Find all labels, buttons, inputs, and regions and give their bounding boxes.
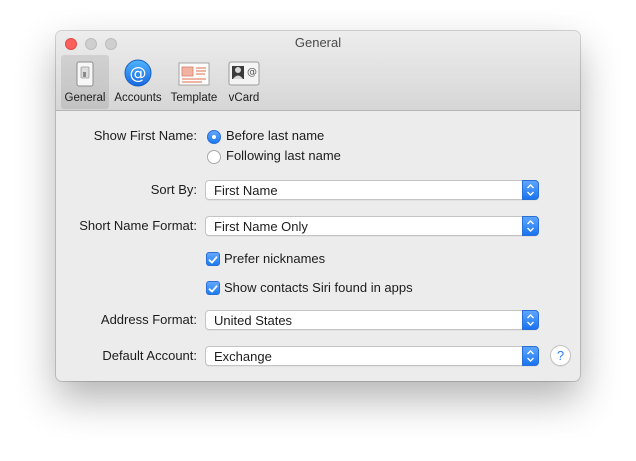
address-format-popup-arrows[interactable] <box>522 310 539 330</box>
show-first-name-label: Show First Name: <box>93 128 197 143</box>
short-name-format-popup[interactable]: First Name Only <box>205 216 539 236</box>
sort-by-popup[interactable]: First Name <box>205 180 539 200</box>
svg-text:@: @ <box>247 67 257 78</box>
radio-before-last-name[interactable] <box>207 130 221 144</box>
up-down-chevron-icon <box>527 184 534 196</box>
toolbar-item-vcard[interactable]: @ vCard <box>222 55 266 109</box>
preferences-window: General General @ Accounts Template @ vC… <box>56 31 580 381</box>
radio-following-last-name-label[interactable]: Following last name <box>226 148 341 163</box>
svg-text:@: @ <box>130 64 147 84</box>
toolbar-item-label: General <box>64 92 106 104</box>
at-sign-icon: @ <box>124 59 152 87</box>
checkmark-icon <box>208 256 218 264</box>
question-mark-icon: ? <box>556 348 565 363</box>
window-title: General <box>294 35 342 50</box>
general-icon <box>76 61 94 87</box>
address-format-label: Address Format: <box>100 312 197 327</box>
prefer-nicknames-checkbox[interactable] <box>206 252 220 266</box>
default-account-value: Exchange <box>214 349 272 364</box>
address-format-popup[interactable]: United States <box>205 310 539 330</box>
radio-before-last-name-label[interactable]: Before last name <box>226 128 324 143</box>
sort-by-popup-arrows[interactable] <box>522 180 539 200</box>
default-account-popup-arrows[interactable] <box>522 346 539 366</box>
toolbar-item-label: Template <box>170 92 218 104</box>
checkmark-icon <box>208 285 218 293</box>
vcard-icon: @ <box>228 61 260 86</box>
address-format-value: United States <box>214 313 293 328</box>
toolbar-item-label: vCard <box>228 92 260 104</box>
title-bar: General General @ Accounts Template @ vC… <box>56 31 580 111</box>
default-account-label: Default Account: <box>102 348 197 363</box>
help-button[interactable]: ? <box>550 345 571 366</box>
toolbar-item-accounts[interactable]: @ Accounts <box>111 55 165 109</box>
short-name-format-value: First Name Only <box>214 219 308 234</box>
short-name-format-popup-arrows[interactable] <box>522 216 539 236</box>
radio-following-last-name[interactable] <box>207 150 221 164</box>
template-icon <box>178 62 210 86</box>
up-down-chevron-icon <box>527 314 534 326</box>
prefer-nicknames-label[interactable]: Prefer nicknames <box>224 251 325 266</box>
toolbar-item-general[interactable]: General <box>61 55 109 109</box>
short-name-format-label: Short Name Format: <box>79 218 197 233</box>
default-account-popup[interactable]: Exchange <box>205 346 539 366</box>
show-siri-contacts-checkbox[interactable] <box>206 281 220 295</box>
up-down-chevron-icon <box>527 220 534 232</box>
sort-by-label: Sort By: <box>150 182 197 197</box>
show-siri-contacts-label[interactable]: Show contacts Siri found in apps <box>224 280 413 295</box>
up-down-chevron-icon <box>527 350 534 362</box>
toolbar-item-label: Accounts <box>114 92 162 104</box>
sort-by-value: First Name <box>214 183 278 198</box>
toolbar-item-template[interactable]: Template <box>167 55 221 109</box>
